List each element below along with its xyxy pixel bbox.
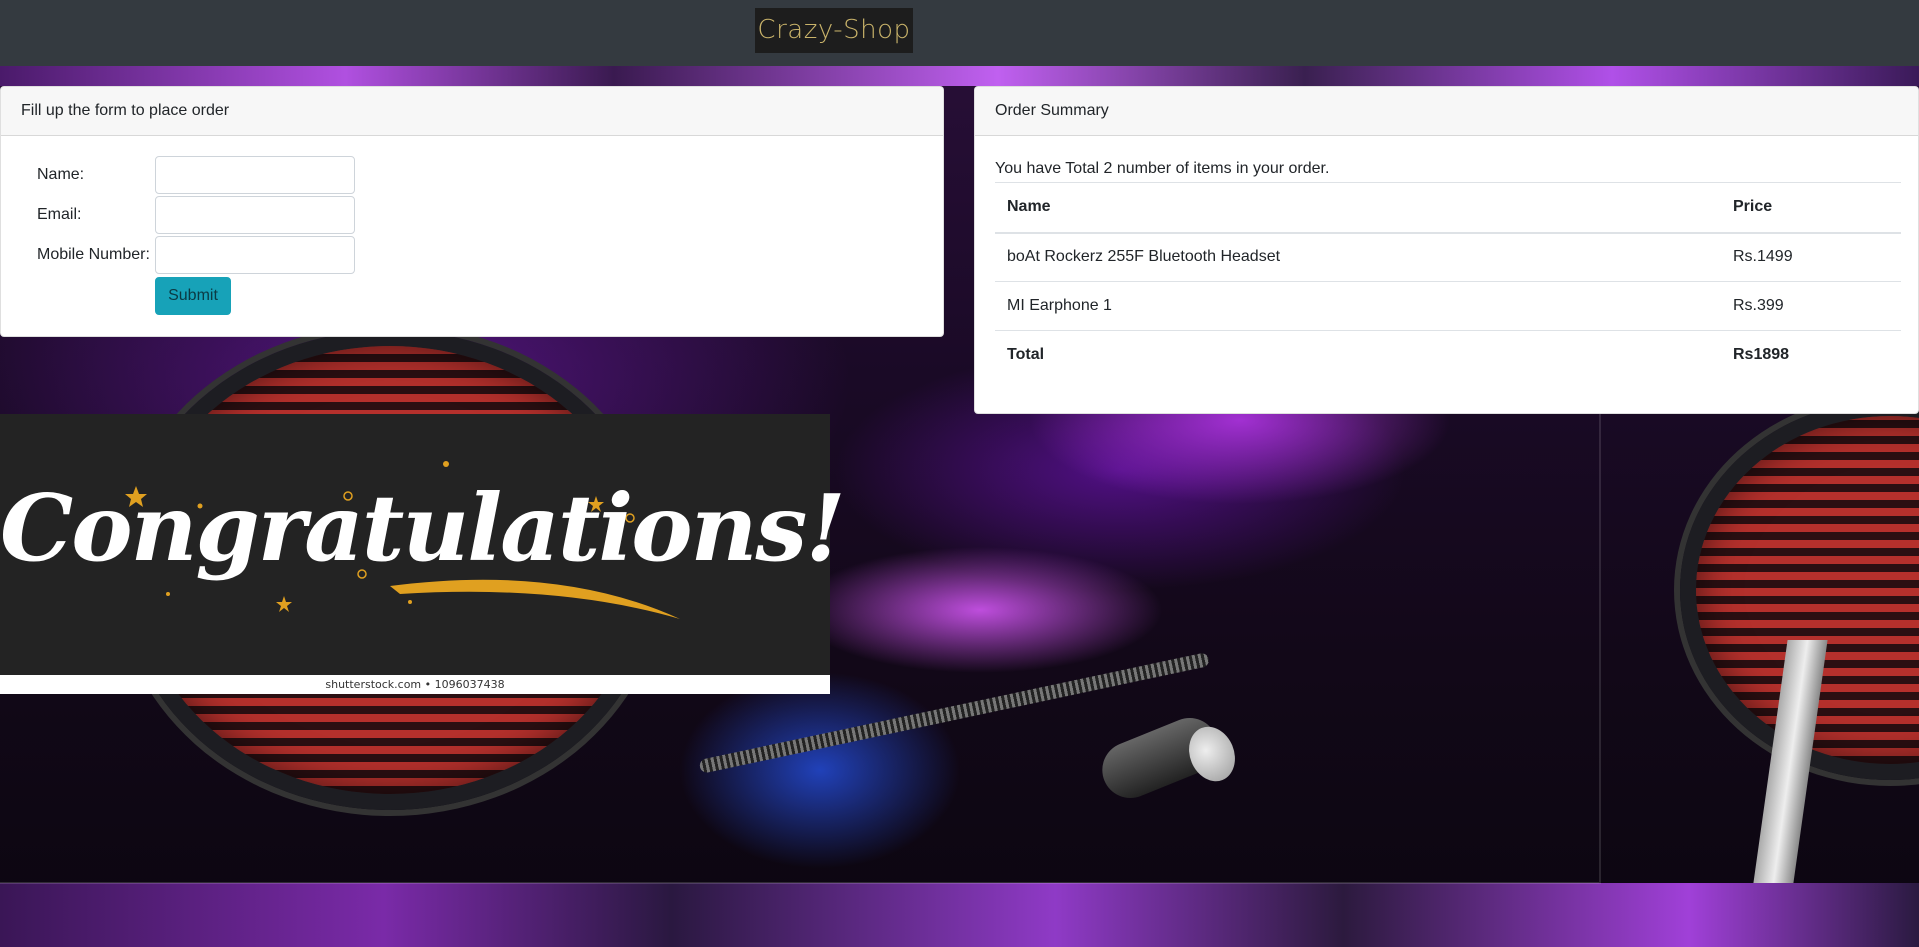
gold-swash <box>390 579 680 619</box>
star-decoration <box>276 596 292 612</box>
email-input[interactable] <box>155 196 355 234</box>
brand-logo[interactable]: Crazy-Shop <box>755 8 913 53</box>
order-form-header: Fill up the form to place order <box>1 87 943 136</box>
item-price: Rs.399 <box>1721 281 1901 331</box>
name-input[interactable] <box>155 156 355 194</box>
item-name: boAt Rockerz 255F Bluetooth Headset <box>995 232 1721 282</box>
dot-decoration <box>166 592 170 596</box>
mobile-label: Mobile Number: <box>37 246 150 263</box>
order-form-card: Fill up the form to place order Name: Em… <box>0 86 944 337</box>
order-item-count-text: You have Total 2 number of items in your… <box>995 160 1330 177</box>
background-tile-edge <box>0 882 1599 884</box>
total-row: Total Rs1898 <box>995 330 1901 380</box>
table-row: boAt Rockerz 255F Bluetooth Headset Rs.1… <box>995 232 1901 282</box>
table-row: MI Earphone 1 Rs.399 <box>995 281 1901 331</box>
item-price: Rs.1499 <box>1721 232 1901 282</box>
mobile-input[interactable] <box>155 236 355 274</box>
background-tile-edge-vertical <box>1599 414 1601 884</box>
column-header-price: Price <box>1721 182 1901 234</box>
image-watermark-footer: shutterstock.com • 1096037438 <box>0 675 830 694</box>
dot-decoration <box>443 461 449 467</box>
order-summary-body: You have Total 2 number of items in your… <box>975 136 1918 380</box>
order-items-table: Name Price boAt Rockerz 255F Bluetooth H… <box>995 182 1901 380</box>
top-navbar: Crazy-Shop <box>0 0 1919 66</box>
congratulations-banner: Congratulations! shutterstock.com • 1096… <box>0 414 846 694</box>
dot-decoration <box>408 600 412 604</box>
email-label: Email: <box>37 206 82 223</box>
item-name: MI Earphone 1 <box>995 281 1721 331</box>
submit-button[interactable]: Submit <box>155 277 231 315</box>
background-light-strip-top <box>0 66 1919 86</box>
table-header-row: Name Price <box>995 182 1901 234</box>
mobile-row: Mobile Number: <box>37 236 437 274</box>
name-row: Name: <box>37 156 437 194</box>
column-header-name: Name <box>995 182 1721 234</box>
congratulations-text: Congratulations! <box>0 474 846 582</box>
name-label: Name: <box>37 166 85 183</box>
background-light-strip-bottom <box>0 883 1919 947</box>
total-value: Rs1898 <box>1721 330 1901 380</box>
email-row: Email: <box>37 196 437 234</box>
order-summary-header: Order Summary <box>975 87 1918 136</box>
total-label: Total <box>995 330 1721 380</box>
order-summary-card: Order Summary You have Total 2 number of… <box>974 86 1919 414</box>
